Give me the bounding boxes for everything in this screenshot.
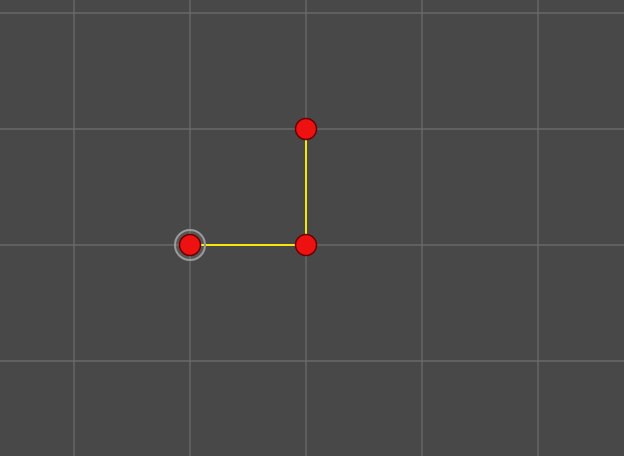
control-point-point-3[interactable]	[294, 117, 318, 141]
control-point-point-2[interactable]	[294, 233, 318, 257]
canvas-background	[0, 0, 624, 456]
path-editor-canvas[interactable]	[0, 0, 624, 456]
control-point-point-1[interactable]	[178, 233, 202, 257]
